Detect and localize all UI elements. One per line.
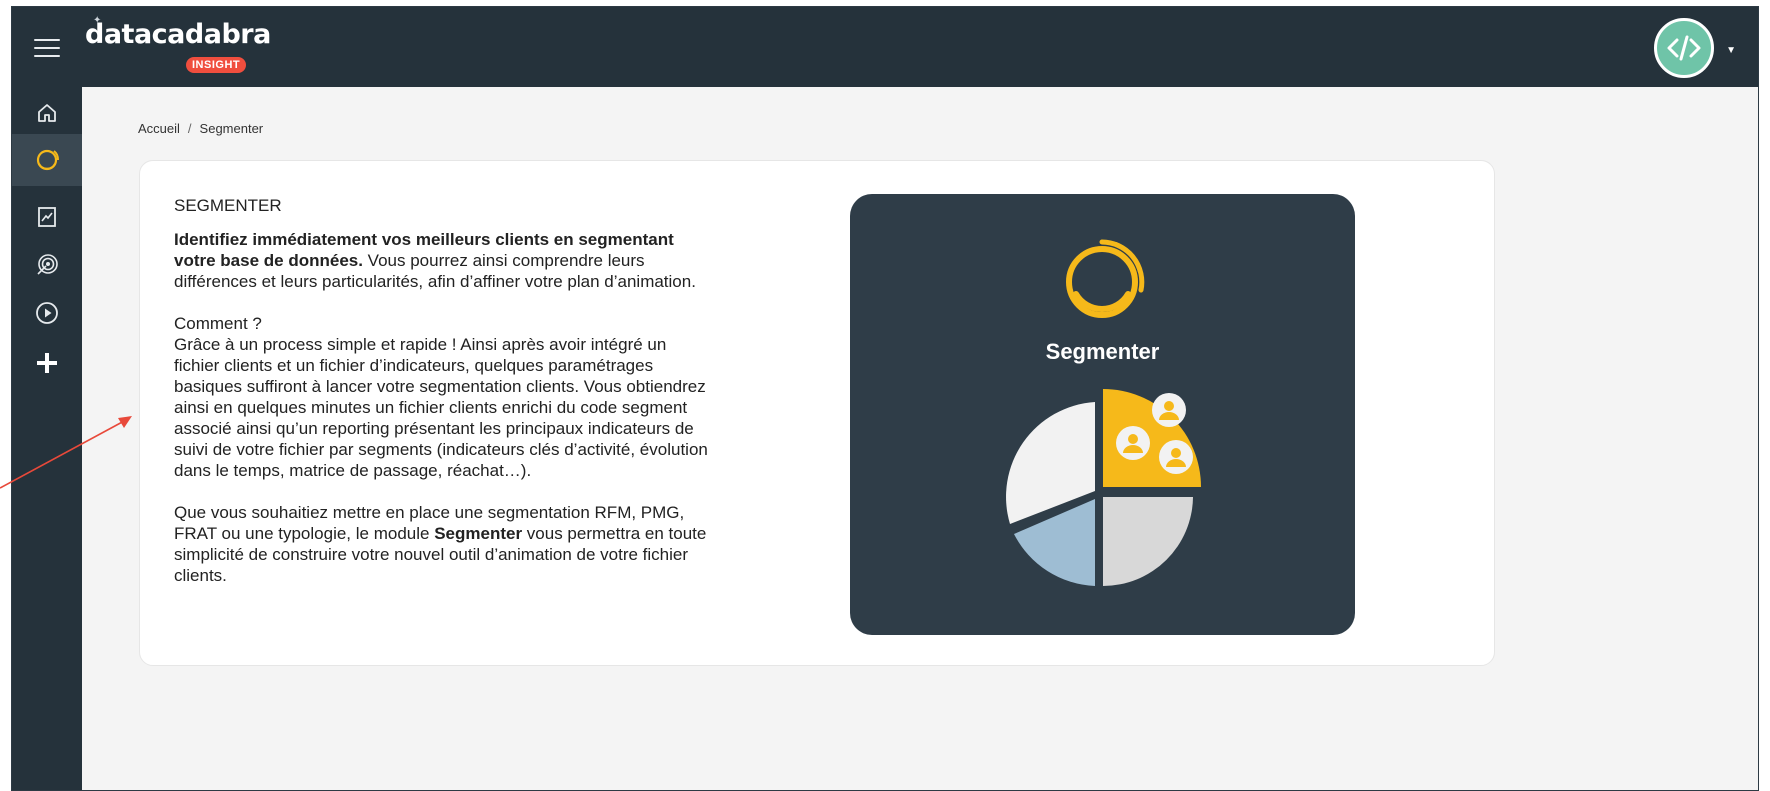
- user-icon: [1159, 440, 1193, 474]
- breadcrumb-current: Segmenter: [199, 121, 264, 136]
- closing-paragraph: Que vous souhaitiez mettre en place une …: [174, 502, 714, 586]
- logo-badge: INSIGHT: [186, 57, 247, 73]
- module-card: SEGMENTER Identifiez immédiatement vos m…: [139, 160, 1495, 666]
- code-icon: [1667, 35, 1701, 61]
- breadcrumb-home-link[interactable]: Accueil: [138, 121, 180, 136]
- annotation-arrow-icon: [0, 416, 132, 489]
- how-title: Comment ?: [174, 314, 262, 333]
- user-avatar[interactable]: [1654, 18, 1714, 78]
- intro-paragraph: Identifiez immédiatement vos meilleurs c…: [174, 229, 714, 292]
- module-description: SEGMENTER Identifiez immédiatement vos m…: [174, 195, 714, 607]
- user-icon: [1152, 393, 1186, 427]
- breadcrumb: Accueil / Segmenter: [138, 121, 263, 136]
- breadcrumb-separator: /: [187, 121, 192, 136]
- module-title: SEGMENTER: [174, 196, 282, 215]
- module-illustration: Segmenter: [850, 194, 1355, 635]
- how-paragraph: Grâce à un process simple et rapide ! Ai…: [174, 335, 708, 480]
- user-icon: [1116, 426, 1150, 460]
- app-frame: ✦ datacadabra INSIGHT ▼ Accueil / Segmen…: [11, 6, 1759, 791]
- pie-chart-icon: [1006, 389, 1201, 586]
- closing-bold-text: Segmenter: [434, 524, 523, 543]
- caret-down-icon[interactable]: ▼: [1726, 45, 1736, 56]
- top-bar: ✦ datacadabra INSIGHT ▼: [12, 7, 1758, 87]
